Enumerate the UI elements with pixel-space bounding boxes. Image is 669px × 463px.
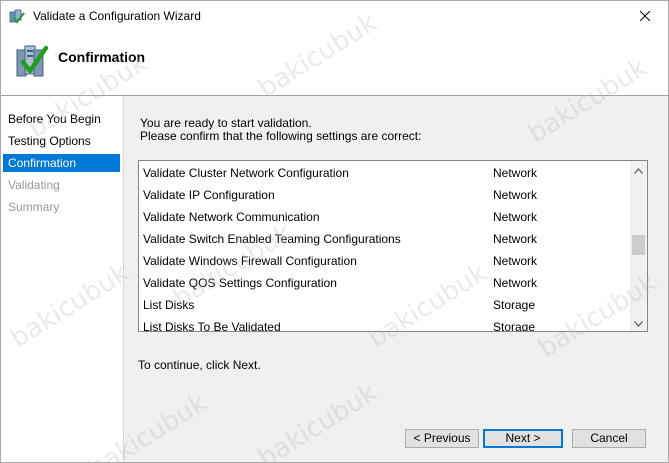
nav-step-confirmation[interactable]: Confirmation [3, 154, 120, 172]
intro-text: You are ready to start validation. [140, 116, 312, 130]
test-name: Validate IP Configuration [143, 188, 275, 202]
tests-listbox[interactable]: Validate Cluster Network Configuration N… [138, 160, 648, 332]
nav-step-before-you-begin[interactable]: Before You Begin [3, 110, 120, 128]
list-item: Validate Cluster Network Configuration N… [139, 162, 632, 184]
test-name: Validate QOS Settings Configuration [143, 276, 337, 290]
test-category: Network [493, 232, 538, 246]
chevron-up-icon [634, 163, 643, 177]
vertical-scrollbar[interactable] [630, 161, 647, 331]
previous-button[interactable]: < Previous [405, 429, 479, 448]
list-item: Validate IP Configuration Network [139, 184, 632, 206]
close-icon [639, 10, 651, 24]
wizard-steps-nav: Before You Begin Testing Options Confirm… [1, 96, 123, 462]
test-category: Storage [493, 298, 536, 312]
page-header: Confirmation [1, 32, 668, 90]
test-category: Network [493, 188, 538, 202]
test-category: Network [493, 276, 538, 290]
next-button[interactable]: Next > [483, 429, 563, 448]
test-name: Validate Network Communication [143, 210, 320, 224]
test-name: List Disks To Be Validated [143, 320, 281, 332]
list-item: Validate Network Communication Network [139, 206, 632, 228]
test-name: Validate Windows Firewall Configuration [143, 254, 357, 268]
list-item: Validate Switch Enabled Teaming Configur… [139, 228, 632, 250]
wizard-window: Validate a Configuration Wizard Confirma… [0, 0, 669, 463]
list-item: List Disks To Be Validated Storage [139, 316, 632, 332]
nav-step-validating: Validating [8, 178, 60, 192]
test-name: List Disks [143, 298, 195, 312]
list-item: Validate QOS Settings Configuration Netw… [139, 272, 632, 294]
confirm-instruction-text: Please confirm that the following settin… [140, 129, 422, 143]
scroll-down-button[interactable] [630, 314, 647, 331]
cancel-button[interactable]: Cancel [572, 429, 646, 448]
list-item: Validate Windows Firewall Configuration … [139, 250, 632, 272]
scroll-thumb[interactable] [632, 235, 645, 255]
close-button[interactable] [622, 1, 668, 32]
title-bar: Validate a Configuration Wizard [1, 1, 668, 32]
nav-step-summary: Summary [8, 200, 60, 214]
validation-checklist-icon [15, 42, 49, 80]
scroll-up-button[interactable] [630, 161, 647, 178]
test-category: Network [493, 166, 538, 180]
cluster-validate-icon [9, 9, 25, 25]
page-title: Confirmation [58, 49, 146, 65]
confirmation-panel: You are ready to start validation. Pleas… [123, 96, 668, 416]
nav-step-testing-options[interactable]: Testing Options [3, 132, 120, 150]
continue-hint-text: To continue, click Next. [138, 358, 261, 372]
window-title: Validate a Configuration Wizard [33, 9, 201, 23]
test-category: Storage [493, 320, 536, 332]
test-name: Validate Cluster Network Configuration [143, 166, 349, 180]
test-category: Network [493, 210, 538, 224]
test-name: Validate Switch Enabled Teaming Configur… [143, 232, 401, 246]
list-item: List Disks Storage [139, 294, 632, 316]
wizard-footer: < Previous Next > Cancel [123, 416, 668, 462]
test-category: Network [493, 254, 538, 268]
chevron-down-icon [634, 316, 643, 330]
